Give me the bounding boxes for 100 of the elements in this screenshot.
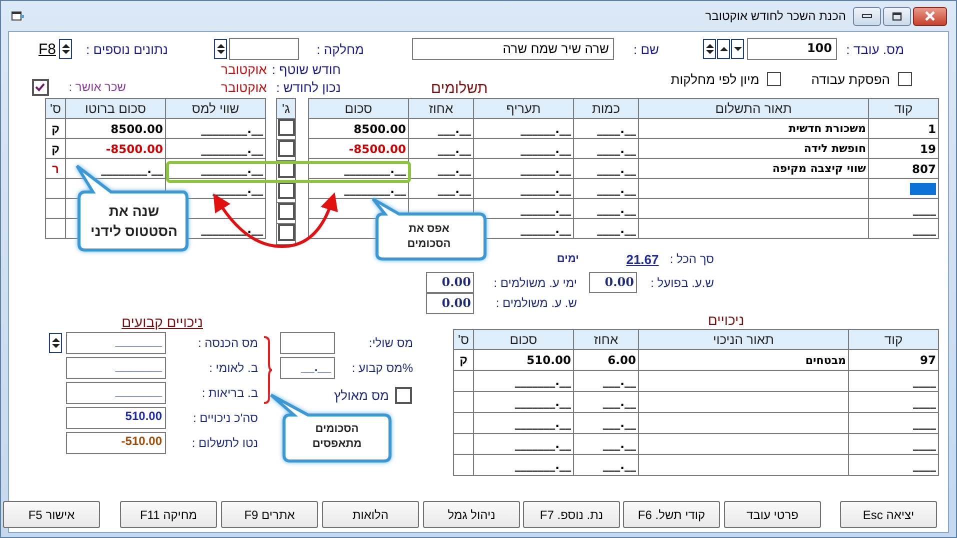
spinner-icon[interactable] — [59, 39, 72, 59]
table-cell: ____ — [848, 370, 938, 392]
column-header: סכום — [308, 98, 408, 118]
extra-data-label: נתונים נוספים : — [85, 42, 168, 56]
checkbox[interactable] — [278, 224, 294, 241]
function-button[interactable]: אישור F5 — [3, 501, 100, 528]
function-button[interactable]: נת. נוספ. F7 — [523, 501, 620, 528]
table-cell: ______.__ — [474, 158, 574, 178]
table-cell: ________.__ — [166, 118, 266, 138]
table-cell: ___.__ — [574, 434, 638, 454]
table-cell: ___.__ — [574, 412, 638, 434]
curly-brace — [263, 336, 273, 404]
column-header: אחוז — [408, 98, 474, 118]
department-field[interactable] — [229, 38, 299, 60]
function-button[interactable]: ניהול גמל — [423, 501, 520, 528]
checkbox[interactable] — [767, 72, 782, 86]
paid-days-field[interactable]: 0.00 — [426, 272, 474, 293]
table-cell — [46, 218, 66, 238]
deduction-field[interactable]: _______ — [66, 357, 166, 379]
table-cell: ____ — [868, 198, 938, 218]
checkbox[interactable] — [278, 182, 294, 199]
table-cell: -8500.00 — [308, 138, 408, 158]
column-header: אחוז — [574, 330, 638, 350]
deduction-label: ב. לאומי : — [208, 361, 258, 375]
window-icon — [11, 10, 25, 22]
total-days-link[interactable]: 21.67 — [619, 252, 666, 266]
column-header: ג' — [276, 98, 296, 118]
salary-approved-label: שכר אושר : — [68, 80, 126, 94]
column-header: תאור הניכוי — [638, 330, 848, 350]
down-arrow-button[interactable] — [731, 39, 744, 59]
checkbox[interactable] — [898, 72, 912, 86]
column-header: סכום — [474, 330, 574, 350]
marginal-tax-field[interactable] — [280, 332, 335, 354]
deduction-field[interactable]: _______ — [66, 382, 166, 404]
table-cell — [454, 370, 474, 392]
function-button[interactable]: אתרים F9 — [221, 501, 318, 528]
table-cell: ___.__ — [408, 158, 474, 178]
fixed-tax-field[interactable]: __.__ — [280, 357, 335, 379]
actual-hours-field[interactable]: 0.00 — [589, 272, 637, 293]
function-button[interactable]: פרטי עובד — [724, 501, 821, 528]
column-header: תעריף — [474, 98, 574, 118]
checkbox[interactable] — [278, 204, 294, 220]
name-label: שם : — [632, 42, 659, 56]
paid-days-label: ימי ע. משולמים : — [492, 276, 577, 290]
table-cell — [454, 454, 474, 476]
spinner-icon[interactable] — [49, 333, 62, 353]
deduction-field[interactable]: -510.00 — [66, 432, 166, 454]
function-button[interactable]: יציאה Esc — [840, 501, 937, 528]
up-arrow-button[interactable] — [717, 39, 730, 59]
spinner-icon[interactable] — [214, 39, 227, 59]
table-cell: ____ — [848, 434, 938, 454]
table-cell: ר — [46, 158, 66, 178]
column-header: סכום ברוטו — [66, 98, 166, 118]
table-cell: -8500.00 — [66, 138, 166, 158]
table-cell: ____ — [848, 454, 938, 476]
f8-link[interactable]: F8 — [38, 40, 56, 58]
table-cell: ק — [46, 138, 66, 158]
check-icon — [35, 82, 46, 92]
table-cell: ____ — [848, 412, 938, 434]
table-cell: חופשת לידה — [638, 138, 868, 158]
checkbox[interactable] — [395, 387, 412, 404]
name-field[interactable]: שרה שיר שמח שרה — [412, 38, 614, 60]
paid-hours-label: ש. ע. משולמים : — [494, 296, 577, 310]
table-cell: מבטחים — [638, 350, 848, 370]
function-button[interactable]: קודי תשל. F6 — [623, 501, 720, 528]
paid-hours-field[interactable]: 0.00 — [426, 292, 474, 314]
total-label: סך הכל : — [669, 252, 714, 266]
table-cell: ___.__ — [408, 138, 474, 158]
table-cell: ______.__ — [474, 178, 574, 198]
table-cell: 510.00 — [474, 350, 574, 370]
function-button[interactable]: מחיקה F11 — [120, 501, 217, 528]
checkbox-label: הפסקת עבודה — [811, 72, 890, 86]
table-cell: ___.__ — [574, 454, 638, 476]
minimize-button[interactable] — [853, 6, 881, 26]
checkbox[interactable] — [278, 120, 294, 136]
table-cell — [454, 392, 474, 412]
deduction-label: סה'כ ניכויים : — [192, 411, 258, 425]
fixed-deductions-title: ניכויים קבועים — [122, 314, 203, 330]
table-cell: ____.__ — [574, 118, 638, 138]
spinner-icon[interactable] — [703, 39, 716, 59]
table-cell: ___.__ — [408, 118, 474, 138]
table-cell: ____.__ — [574, 198, 638, 218]
function-button[interactable]: הלואות — [322, 501, 419, 528]
deduction-label: מס הכנסה : — [196, 336, 258, 350]
payments-title: תשלומים — [430, 80, 488, 97]
employee-number-label: מס. עובד : — [845, 42, 904, 56]
table-cell: _______.__ — [474, 392, 574, 412]
table-cell: 807 — [868, 158, 938, 178]
maximize-button[interactable] — [883, 6, 911, 26]
deduction-field[interactable]: 510.00 — [66, 407, 166, 429]
table-cell: שווי קיצבה מקיפה — [638, 158, 868, 178]
table-cell: 97 — [848, 350, 938, 370]
checkbox[interactable] — [278, 140, 294, 157]
table-cell: ________.__ — [166, 138, 266, 158]
deduction-field[interactable]: _______ — [66, 332, 166, 354]
checkbox[interactable] — [32, 78, 49, 96]
employee-number-field[interactable]: 100 — [747, 38, 837, 60]
table-cell: 1 — [868, 118, 938, 138]
column-header: כמות — [574, 98, 638, 118]
close-button[interactable] — [913, 6, 947, 26]
